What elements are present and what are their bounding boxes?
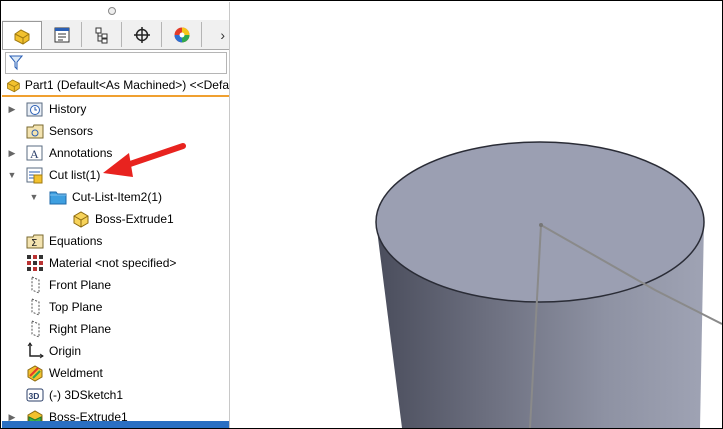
equations-icon: Σ bbox=[26, 234, 44, 249]
tree-item-label: Equations bbox=[49, 234, 103, 248]
tree-item-weldment[interactable]: Weldment bbox=[2, 362, 229, 384]
tab-display-manager[interactable] bbox=[163, 22, 202, 47]
collapse-arrow-icon[interactable]: ▼ bbox=[29, 192, 39, 202]
sensors-icon bbox=[26, 124, 44, 139]
window: › Part1 (Default<As Machined>) <<Defa ▶ … bbox=[0, 0, 723, 429]
dimxpert-icon bbox=[134, 26, 150, 43]
tree-item-history[interactable]: ▶ History bbox=[2, 98, 229, 120]
svg-text:A: A bbox=[30, 147, 39, 161]
expand-arrow-icon[interactable]: ▶ bbox=[7, 104, 17, 114]
feature-filter-input[interactable] bbox=[5, 52, 227, 74]
origin-icon bbox=[27, 342, 44, 359]
tree-item-material[interactable]: Material <not specified> bbox=[2, 252, 229, 274]
material-icon bbox=[27, 255, 43, 271]
root-label: Part1 (Default<As Machined>) <<Defa bbox=[24, 78, 229, 92]
manager-tabs: › bbox=[2, 20, 229, 50]
collapse-arrow-icon[interactable]: ▼ bbox=[7, 170, 17, 180]
tree-item-label: Weldment bbox=[49, 366, 103, 380]
tree-item-right-plane[interactable]: Right Plane bbox=[2, 318, 229, 340]
tree-item-solid-body[interactable]: Boss-Extrude1 bbox=[2, 208, 229, 230]
property-manager-icon bbox=[54, 27, 70, 42]
tree-item-label: Sensors bbox=[49, 124, 94, 138]
configuration-manager-icon bbox=[95, 27, 108, 43]
part-icon bbox=[7, 79, 20, 93]
solid-body-icon bbox=[73, 211, 89, 228]
expand-arrow-icon[interactable]: ▶ bbox=[7, 148, 17, 158]
tree-item-origin[interactable]: Origin bbox=[2, 340, 229, 362]
tree-item-front-plane[interactable]: Front Plane bbox=[2, 274, 229, 296]
tree-item-equations[interactable]: Σ Equations bbox=[2, 230, 229, 252]
tab-feature-manager[interactable] bbox=[2, 21, 42, 49]
more-tabs-arrow[interactable]: › bbox=[220, 27, 225, 43]
feature-manager-panel: › Part1 (Default<As Machined>) <<Defa ▶ … bbox=[2, 2, 230, 428]
tree-item-label: Boss-Extrude1 bbox=[95, 212, 174, 226]
annotations-icon: A bbox=[26, 145, 43, 161]
svg-text:3D: 3D bbox=[29, 391, 40, 401]
folder-icon bbox=[49, 191, 67, 205]
plane-icon bbox=[31, 276, 40, 294]
history-icon bbox=[26, 102, 43, 117]
plane-icon bbox=[31, 320, 40, 338]
3d-sketch-icon: 3D bbox=[26, 388, 44, 402]
tree-item-sensors[interactable]: Sensors bbox=[2, 120, 229, 142]
tree-item-label: Cut-List-Item2(1) bbox=[72, 190, 163, 204]
cylinder-top-face bbox=[375, 141, 705, 303]
tree-item-label: Top Plane bbox=[49, 300, 103, 314]
sketch-point bbox=[539, 223, 543, 227]
tree-item-label: (-) 3DSketch1 bbox=[49, 388, 124, 402]
callout-arrow-icon bbox=[103, 143, 186, 177]
tree-item-label: Front Plane bbox=[49, 278, 112, 292]
svg-text:Σ: Σ bbox=[31, 238, 37, 249]
tree-item-3dsketch1[interactable]: 3D (-) 3DSketch1 bbox=[2, 384, 229, 406]
cut-list-icon bbox=[26, 167, 43, 184]
tree-root-part1[interactable]: Part1 (Default<As Machined>) <<Defa bbox=[2, 75, 229, 97]
graphics-viewport[interactable] bbox=[230, 2, 722, 428]
cylinder-model[interactable] bbox=[230, 2, 722, 428]
tree-item-label: Material <not specified> bbox=[49, 256, 177, 270]
tree-item-cut-list-item2[interactable]: ▼ Cut-List-Item2(1) bbox=[2, 186, 229, 208]
display-manager-icon bbox=[174, 27, 190, 42]
tab-configuration-manager[interactable] bbox=[83, 22, 122, 47]
feature-manager-icon bbox=[14, 28, 30, 45]
tree-item-label: Right Plane bbox=[49, 322, 112, 336]
tree-item-label: Cut list(1) bbox=[49, 168, 101, 182]
panel-resize-grip[interactable] bbox=[108, 7, 116, 15]
tree-item-label: Origin bbox=[49, 344, 82, 358]
tree-item-top-plane[interactable]: Top Plane bbox=[2, 296, 229, 318]
tab-dimxpert[interactable] bbox=[123, 22, 162, 47]
selection-highlight bbox=[2, 421, 229, 428]
funnel-icon bbox=[9, 55, 23, 71]
tree-item-label: History bbox=[49, 102, 87, 116]
plane-icon bbox=[31, 298, 40, 316]
weldment-icon bbox=[27, 365, 43, 382]
tab-property-manager[interactable] bbox=[43, 22, 82, 47]
